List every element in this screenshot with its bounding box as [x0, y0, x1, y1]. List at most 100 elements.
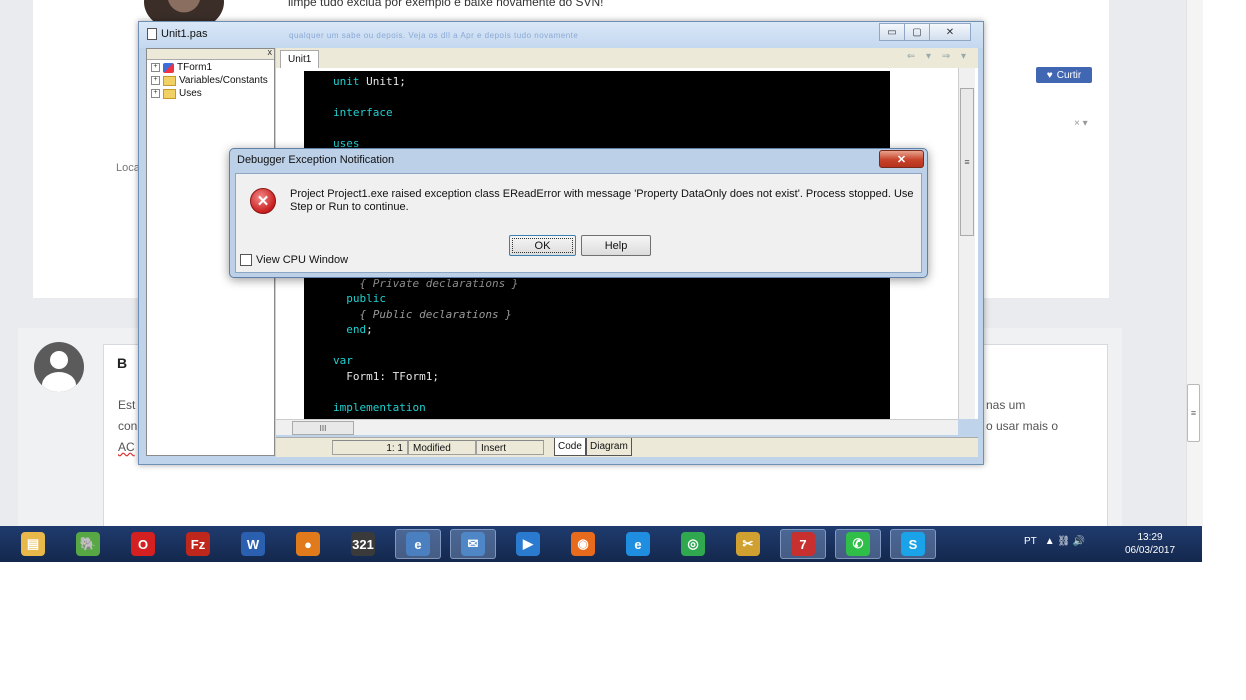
- taskbar-button[interactable]: ◉: [560, 529, 606, 559]
- dialog-body: ✕ Project Project1.exe raised exception …: [235, 173, 922, 273]
- evernote-icon: 🐘: [76, 532, 100, 556]
- dialog-close-button[interactable]: ✕: [879, 150, 924, 168]
- dialog-title: Debugger Exception Notification: [237, 154, 395, 166]
- tree-item-label: Variables/Constants: [179, 75, 268, 86]
- taskbar-button[interactable]: 321: [340, 529, 386, 559]
- taskbar-button[interactable]: e: [395, 529, 441, 559]
- tree-item-label: TForm1: [177, 62, 212, 73]
- code-line: { Public declarations }: [333, 307, 512, 321]
- horizontal-scroll-thumb[interactable]: III: [292, 421, 354, 435]
- taskbar-button[interactable]: S: [890, 529, 936, 559]
- like-label: Curtir: [1056, 69, 1082, 81]
- title-background-text: qualquer um sabe ou depois. Veja os dll …: [289, 31, 579, 40]
- editor-titlebar[interactable]: Unit1.pas qualquer um sabe ou depois. Ve…: [139, 22, 983, 48]
- taskbar-button[interactable]: ▶: [505, 529, 551, 559]
- commenter-avatar[interactable]: [34, 342, 84, 392]
- code-line: unit Unit1;: [333, 75, 406, 88]
- taskbar-button[interactable]: ▤: [10, 529, 56, 559]
- post-text: limpe tudo exclua por exemplo e baixe no…: [288, 0, 604, 9]
- comment-text: Est: [118, 398, 136, 412]
- tab-diagram[interactable]: Diagram: [586, 438, 632, 456]
- tree-item-uses[interactable]: + Uses: [151, 87, 202, 100]
- taskbar-button[interactable]: ✂: [725, 529, 771, 559]
- thunderbird-icon: ✉: [461, 532, 485, 556]
- whatsapp-icon: ✆: [846, 532, 870, 556]
- minimize-button[interactable]: ▭: [879, 23, 905, 41]
- taskbar-button[interactable]: Fz: [175, 529, 221, 559]
- tree-item-tform1[interactable]: + TForm1: [151, 61, 212, 74]
- code-line: public: [333, 292, 386, 305]
- file-explorer-icon: ▤: [21, 532, 45, 556]
- taskbar-button[interactable]: ✆: [835, 529, 881, 559]
- location-text: Loca: [116, 162, 140, 174]
- tray-icons[interactable]: ▲ ⛓ 🔊: [1045, 536, 1086, 547]
- expand-icon[interactable]: +: [151, 76, 160, 85]
- code-line: interface: [333, 106, 393, 119]
- comment-text: nas um: [986, 398, 1026, 412]
- code-line: Form1: TForm1;: [333, 369, 439, 383]
- media-app-icon: ▶: [516, 532, 540, 556]
- delphi-icon: 7: [791, 532, 815, 556]
- taskbar-button[interactable]: O: [120, 529, 166, 559]
- code-line: var: [333, 354, 353, 367]
- taskbar-button[interactable]: 7: [780, 529, 826, 559]
- explorer-toolbar: x: [147, 47, 274, 60]
- close-button[interactable]: ✕: [929, 23, 971, 41]
- help-button[interactable]: Help: [581, 235, 651, 256]
- form-icon: [163, 62, 174, 73]
- expand-icon[interactable]: +: [151, 89, 160, 98]
- skype-icon: S: [901, 532, 925, 556]
- editor-statusbar: 1: 1 Modified Insert Code Diagram: [276, 437, 978, 457]
- expand-icon[interactable]: +: [151, 63, 160, 72]
- window-controls: ▭ ▢ ✕: [879, 23, 971, 41]
- code-line: { Private declarations }: [333, 276, 519, 290]
- page-scrollbar[interactable]: [1186, 0, 1203, 526]
- taskbar-button[interactable]: ●: [285, 529, 331, 559]
- filezilla-icon: Fz: [186, 532, 210, 556]
- document-icon: [147, 28, 157, 40]
- code-line: implementation: [333, 400, 426, 414]
- media-player-icon: ●: [296, 532, 320, 556]
- clock-date: 06/03/2017: [1124, 545, 1176, 556]
- tab-code[interactable]: Code: [554, 438, 586, 456]
- taskbar-button[interactable]: 🐘: [65, 529, 111, 559]
- editor-title: Unit1.pas: [147, 28, 207, 40]
- maximize-button[interactable]: ▢: [904, 23, 930, 41]
- network-app-icon: e: [406, 532, 430, 556]
- vertical-scroll-thumb[interactable]: ≡: [960, 88, 974, 236]
- taskbar-button[interactable]: W: [230, 529, 276, 559]
- code-vertical-scrollbar[interactable]: ≡: [958, 68, 975, 419]
- code-line: end;: [333, 323, 373, 336]
- editor-title-text: Unit1.pas: [161, 28, 208, 40]
- dismiss-icon[interactable]: × ▾: [1074, 118, 1088, 129]
- chrome-icon: ◎: [681, 532, 705, 556]
- clock-time: 13:29: [1137, 532, 1163, 543]
- folder-icon: [163, 75, 176, 86]
- error-message: Project Project1.exe raised exception cl…: [290, 188, 914, 213]
- navigation-arrows[interactable]: ⇐ ▾ ⇒ ▾: [907, 51, 970, 62]
- taskbar-button[interactable]: e: [615, 529, 661, 559]
- view-cpu-window-checkbox[interactable]: View CPU Window: [240, 254, 348, 266]
- ok-button[interactable]: OK: [509, 235, 576, 256]
- clock[interactable]: 13:29 06/03/2017: [1114, 531, 1186, 557]
- internet-explorer-icon: e: [626, 532, 650, 556]
- comment-text: AC: [118, 440, 135, 454]
- tab-unit1[interactable]: Unit1: [280, 50, 320, 69]
- page-scrollbar-thumb[interactable]: ≡: [1187, 384, 1200, 442]
- folder-icon: [163, 88, 176, 99]
- taskbar-button[interactable]: ✉: [450, 529, 496, 559]
- word-icon: W: [241, 532, 265, 556]
- insert-mode-status: Insert: [476, 440, 544, 455]
- clapper-icon: 321: [351, 532, 375, 556]
- taskbar-button[interactable]: ◎: [670, 529, 716, 559]
- exception-dialog: Debugger Exception Notification ✕ ✕ Proj…: [229, 148, 928, 278]
- code-horizontal-scrollbar[interactable]: III: [276, 419, 958, 435]
- checkbox-box[interactable]: [240, 254, 252, 266]
- heart-icon: ♥: [1046, 69, 1053, 81]
- tree-item-variables[interactable]: + Variables/Constants: [151, 74, 268, 87]
- language-indicator[interactable]: PT: [1024, 536, 1037, 547]
- explorer-close-icon[interactable]: x: [268, 47, 273, 57]
- like-button[interactable]: ♥ Curtir: [1036, 67, 1092, 83]
- tab-diagram-label: Diagram: [590, 441, 628, 452]
- cursor-position: 1: 1: [332, 440, 408, 455]
